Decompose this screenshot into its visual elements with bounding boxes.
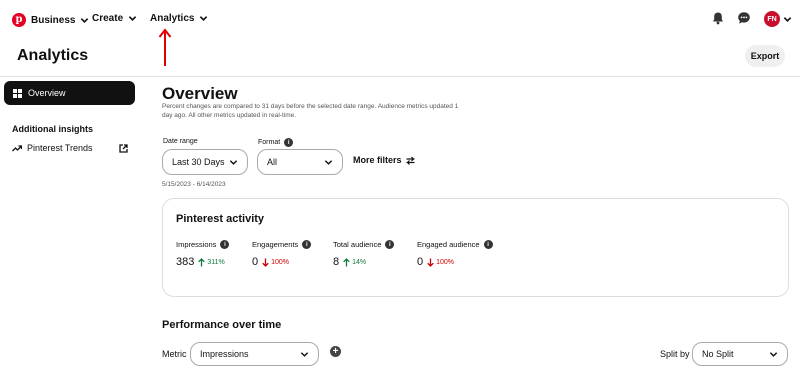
account-menu[interactable]: FN xyxy=(764,11,792,27)
notifications-button[interactable] xyxy=(711,11,725,25)
arrow-down-icon xyxy=(427,258,434,267)
date-range-value: Last 30 Days xyxy=(172,157,225,167)
top-nav: p Business Create Analytics FN xyxy=(0,0,800,42)
create-label: Create xyxy=(92,13,124,24)
metric-select-label: Metric xyxy=(162,349,187,359)
pinterest-activity-card: Pinterest activity Impressions i 383 311%… xyxy=(162,198,789,297)
chevron-down-icon xyxy=(81,17,89,23)
annotation-arrow-icon xyxy=(158,28,172,66)
chat-icon xyxy=(738,12,750,24)
metric-select-value: Impressions xyxy=(200,349,249,359)
header-divider xyxy=(0,76,800,77)
info-icon[interactable]: i xyxy=(483,240,493,249)
chevron-down-icon xyxy=(769,351,778,357)
metric-change: 14% xyxy=(352,258,367,266)
trend-up-icon xyxy=(12,145,22,152)
metric-impressions: Impressions i 383 311% xyxy=(176,240,230,268)
info-icon[interactable]: i xyxy=(284,138,294,147)
analytics-menu[interactable]: Analytics xyxy=(150,13,208,24)
sidebar-item-label: Pinterest Trends xyxy=(27,143,93,153)
metric-label: Impressions xyxy=(176,240,217,249)
sidebar-item-overview[interactable]: Overview xyxy=(4,81,135,105)
format-label: Format i xyxy=(258,138,294,147)
chevron-down-icon xyxy=(783,16,792,22)
metric-total-audience: Total audience i 8 14% xyxy=(333,240,395,268)
arrow-up-icon xyxy=(343,257,350,266)
metric-value: 383 xyxy=(176,256,195,268)
more-filters-button[interactable]: More filters xyxy=(353,155,415,165)
metric-change: 100% xyxy=(271,258,290,266)
chevron-down-icon xyxy=(200,16,208,21)
split-by-value: No Split xyxy=(702,349,734,359)
metric-select[interactable]: Impressions xyxy=(190,342,319,366)
split-by-label: Split by xyxy=(660,349,690,359)
metric-engaged-audience: Engaged audience i 0 100% xyxy=(417,240,493,268)
analytics-label: Analytics xyxy=(150,13,195,24)
more-filters-label: More filters xyxy=(353,155,402,165)
metric-value: 8 xyxy=(333,256,340,268)
chevron-down-icon xyxy=(324,159,333,165)
sidebar-item-label: Overview xyxy=(28,88,66,98)
split-by-select[interactable]: No Split xyxy=(692,342,788,366)
business-label: Business xyxy=(31,14,76,26)
overview-subtitle: Percent changes are compared to 31 days … xyxy=(162,103,459,119)
metric-label: Engagements xyxy=(252,240,299,249)
metric-label: Engaged audience xyxy=(417,240,480,249)
dashboard-icon xyxy=(13,88,22,98)
add-metric-button[interactable]: + xyxy=(330,346,341,357)
metric-engagements: Engagements i 0 100% xyxy=(252,240,312,268)
messages-button[interactable] xyxy=(737,11,751,25)
metric-change: 100% xyxy=(436,258,455,266)
arrow-down-icon xyxy=(262,258,269,267)
date-range-select[interactable]: Last 30 Days xyxy=(162,149,248,175)
avatar: FN xyxy=(764,11,780,27)
performance-title: Performance over time xyxy=(162,319,282,331)
overview-title: Overview xyxy=(162,84,238,103)
info-icon[interactable]: i xyxy=(302,240,312,249)
metric-label: Total audience xyxy=(333,240,382,249)
card-title: Pinterest activity xyxy=(176,213,265,225)
format-select[interactable]: All xyxy=(257,149,343,175)
info-icon[interactable]: i xyxy=(385,240,395,249)
metric-change: 311% xyxy=(207,258,225,266)
page-title: Analytics xyxy=(17,47,89,64)
chevron-down-icon xyxy=(229,159,238,165)
date-span-text: 5/15/2023 - 6/14/2023 xyxy=(162,181,226,188)
chevron-down-icon xyxy=(300,351,309,357)
external-link-icon xyxy=(119,143,128,153)
metric-value: 0 xyxy=(417,256,424,268)
bell-icon xyxy=(713,12,723,25)
business-menu[interactable]: p Business xyxy=(12,13,89,27)
sidebar-section-heading: Additional insights xyxy=(12,124,93,134)
export-button[interactable]: Export xyxy=(745,45,785,67)
format-value: All xyxy=(267,157,278,167)
chevron-down-icon xyxy=(128,16,137,21)
date-range-label-text: Date range xyxy=(163,138,198,145)
create-menu[interactable]: Create xyxy=(92,13,137,24)
sidebar-item-pinterest-trends[interactable]: Pinterest Trends xyxy=(12,143,128,153)
metric-value: 0 xyxy=(252,256,259,268)
arrow-up-icon xyxy=(198,257,206,266)
format-label-text: Format xyxy=(258,139,281,146)
pinterest-logo-icon: p xyxy=(12,13,26,27)
filter-icon xyxy=(406,156,415,165)
date-range-label: Date range xyxy=(163,138,198,145)
info-icon[interactable]: i xyxy=(220,240,230,249)
